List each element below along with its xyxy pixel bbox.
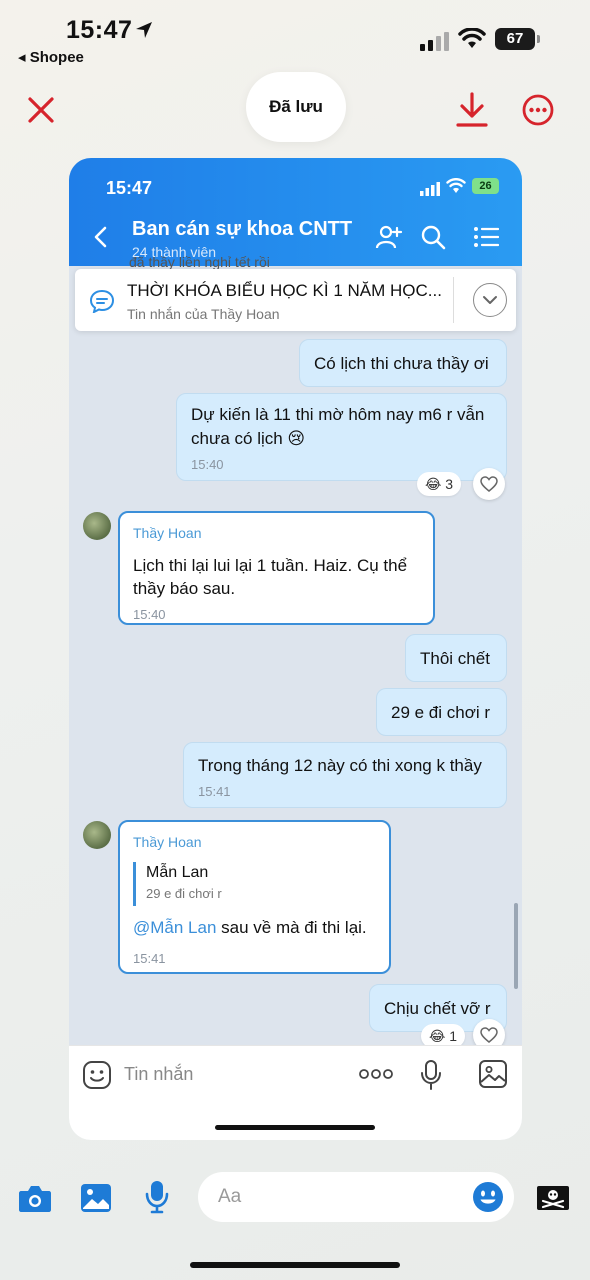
more-options-icon[interactable] — [522, 94, 554, 126]
message-input-container — [198, 1172, 514, 1222]
avatar[interactable] — [83, 512, 111, 540]
message-time: 15:41 — [133, 951, 166, 966]
sender-name: Thầy Hoan — [133, 525, 202, 541]
image-icon[interactable] — [478, 1059, 508, 1089]
message-text: Thôi chết — [420, 649, 490, 668]
message-input[interactable] — [218, 1182, 458, 1212]
status-time: 15:47 — [66, 16, 133, 44]
message-text: Lịch thi lại lui lại 1 tuần. Haiz. Cụ th… — [133, 556, 408, 575]
sticker-icon[interactable] — [82, 1060, 112, 1090]
list-menu-icon[interactable] — [473, 226, 499, 248]
outgoing-message[interactable]: Trong tháng 12 này có thi xong k thầy 15… — [183, 742, 507, 808]
partially-hidden-message: đã thầy liền nghỉ tết rồi — [129, 254, 270, 270]
reaction-count[interactable]: 😂 3 — [417, 472, 462, 496]
avatar[interactable] — [83, 821, 111, 849]
chat-title[interactable]: Ban cán sự khoa CNTT — [132, 218, 352, 241]
expand-pinned-button[interactable] — [473, 283, 507, 317]
ios-status-bar: 15:47 ◂ Shopee 67 — [0, 0, 590, 75]
message-time: 15:40 — [133, 607, 166, 622]
saved-status-pill: Đã lưu — [246, 72, 346, 142]
emoji-icon[interactable] — [472, 1181, 504, 1213]
chat-wifi-icon — [446, 178, 466, 193]
outgoing-message[interactable]: 29 e đi chơi r — [376, 688, 507, 736]
chat-screenshot-card: 15:47 26 Ban cán sự khoa CNTT 24 thành v… — [69, 158, 522, 1140]
chat-status-time: 15:47 — [106, 178, 153, 198]
more-options-icon[interactable] — [359, 1067, 393, 1081]
chat-bubble-icon — [89, 289, 115, 313]
message-body: @Mẫn Lan sau về mà đi thi lại. — [133, 916, 376, 939]
heart-icon — [480, 1027, 498, 1043]
chat-battery-indicator: 26 — [472, 178, 499, 194]
message-text: Chịu chết vỡ r — [384, 999, 491, 1018]
like-button[interactable] — [473, 468, 505, 500]
chat-header: 15:47 26 Ban cán sự khoa CNTT 24 thành v… — [69, 158, 522, 266]
pinned-message-banner[interactable]: THỜI KHÓA BIỂU HỌC KÌ 1 NĂM HỌC... Tin n… — [75, 269, 516, 331]
chevron-down-icon — [482, 295, 497, 304]
close-icon[interactable] — [26, 95, 56, 125]
download-icon[interactable] — [456, 92, 488, 128]
location-arrow-icon — [136, 22, 152, 38]
message-text: Có lịch thi chưa thầy ơi — [314, 354, 489, 373]
microphone-icon[interactable] — [420, 1059, 442, 1091]
chat-back-icon[interactable] — [93, 226, 107, 248]
incoming-message[interactable]: Thầy Hoan Lịch thi lại lui lại 1 tuần. H… — [118, 511, 435, 625]
wifi-icon — [458, 28, 486, 48]
quoted-message[interactable]: Mẫn Lan 29 e đi chơi r — [133, 862, 376, 906]
outgoing-message[interactable]: Dự kiến là 11 thi mờ hôm nay m6 r vẫn ch… — [176, 393, 507, 481]
message-text: thầy báo sau. — [133, 579, 236, 598]
message-input[interactable]: Tin nhắn — [124, 1064, 193, 1085]
message-text: Trong tháng 12 này có thi xong k thầy — [198, 756, 482, 775]
message-time: 15:41 — [198, 784, 231, 799]
message-text: Dự kiến là 11 thi mờ hôm nay m6 r vẫn — [191, 405, 485, 424]
message-text: sau về mà đi thi lại. — [216, 918, 367, 937]
outgoing-message[interactable]: Thôi chết — [405, 634, 507, 682]
gallery-icon[interactable] — [80, 1183, 112, 1213]
chat-cellular-signal-icon — [420, 182, 440, 196]
scrollbar[interactable] — [514, 903, 518, 989]
outgoing-message[interactable]: Có lịch thi chưa thầy ơi — [299, 339, 507, 387]
home-indicator — [215, 1125, 375, 1130]
message-text: 29 e đi chơi r — [391, 703, 491, 722]
mention-link[interactable]: @Mẫn Lan — [133, 918, 216, 937]
home-indicator — [190, 1262, 400, 1268]
back-to-app-link[interactable]: ◂ Shopee — [18, 48, 84, 66]
microphone-icon[interactable] — [145, 1180, 169, 1214]
sender-name: Thầy Hoan — [133, 834, 202, 850]
add-member-icon[interactable] — [375, 224, 403, 250]
quoted-author: Mẫn Lan — [146, 864, 209, 881]
cellular-signal-icon — [420, 32, 449, 51]
pinned-message-title: THỜI KHÓA BIỂU HỌC KÌ 1 NĂM HỌC... — [127, 281, 442, 300]
incoming-message[interactable]: Thầy Hoan Mẫn Lan 29 e đi chơi r @Mẫn La… — [118, 820, 391, 974]
heart-icon — [480, 476, 498, 492]
search-icon[interactable] — [420, 224, 446, 250]
battery-indicator: 67 — [495, 28, 540, 50]
divider — [453, 277, 454, 323]
message-composer: Tin nhắn — [69, 1045, 522, 1140]
pinned-message-author: Tin nhắn của Thầy Hoan — [127, 306, 280, 322]
quoted-text: 29 e đi chơi r — [146, 886, 222, 901]
pirate-flag-icon[interactable] — [536, 1184, 570, 1212]
camera-icon[interactable] — [18, 1183, 52, 1213]
message-text: chưa có lịch 😢 — [191, 429, 306, 448]
